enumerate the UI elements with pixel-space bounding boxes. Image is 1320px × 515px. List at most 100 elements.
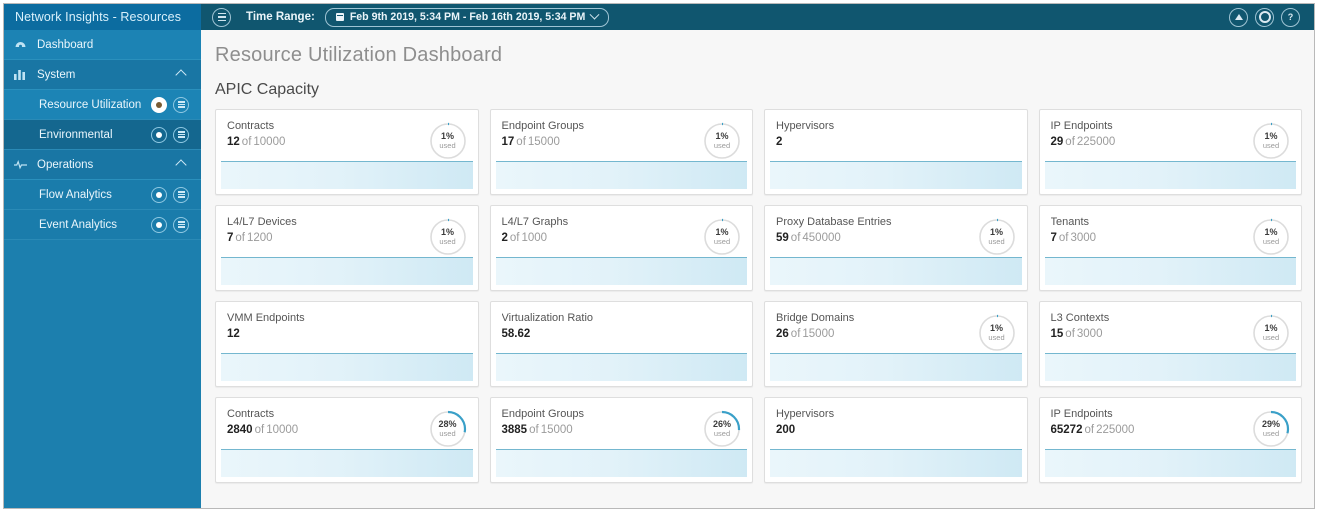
usage-gauge: 28% used: [428, 409, 468, 449]
sidebar-item-flow-analytics[interactable]: Flow Analytics: [4, 180, 201, 210]
sidebar-item-dashboard[interactable]: Dashboard: [4, 30, 201, 60]
list-icon[interactable]: [173, 96, 189, 113]
card-of-word: of: [790, 232, 801, 244]
card-sparkline: [770, 257, 1022, 285]
gauge-text: 1% used: [1251, 313, 1291, 353]
card-of-word: of: [235, 232, 245, 244]
usage-gauge: 1% used: [428, 217, 468, 257]
gauge-used-label: used: [713, 428, 731, 438]
card-sparkline: [495, 257, 747, 285]
capacity-card[interactable]: L4/L7 Devices 7 of 1200 1% used: [215, 205, 479, 291]
time-range-selector[interactable]: Feb 9th 2019, 5:34 PM - Feb 16th 2019, 5…: [324, 7, 610, 27]
gauge-used-label: used: [713, 236, 731, 246]
capacity-card[interactable]: VMM Endpoints 12: [215, 301, 479, 387]
card-sparkline: [1044, 161, 1296, 189]
capacity-card[interactable]: IP Endpoints 65272 of 225000 29% used: [1038, 397, 1302, 483]
usage-gauge: 1% used: [977, 217, 1017, 257]
sidebar-item-environmental[interactable]: Environmental: [4, 120, 201, 150]
page-title: Resource Utilization Dashboard: [215, 44, 503, 66]
record-dot-icon[interactable]: [151, 126, 167, 143]
capacity-card[interactable]: Hypervisors 200: [764, 397, 1028, 483]
list-icon[interactable]: [173, 216, 189, 233]
capacity-card[interactable]: Virtualization Ratio 58.62: [489, 301, 753, 387]
time-range-value: Feb 9th 2019, 5:34 PM - Feb 16th 2019, 5…: [349, 11, 586, 23]
gauge-used-label: used: [1262, 332, 1280, 342]
up-arrow-icon[interactable]: [1229, 7, 1248, 27]
gauge-text: 1% used: [428, 121, 468, 161]
card-of-word: of: [241, 136, 252, 148]
card-max: 450000: [802, 232, 841, 244]
card-values: 12: [227, 328, 467, 340]
capacity-card[interactable]: Endpoint Groups 3885 of 15000 26% used: [489, 397, 753, 483]
sidebar-group-label: System: [37, 68, 76, 81]
help-icon[interactable]: ?: [1281, 7, 1300, 27]
chevron-up-icon[interactable]: [175, 158, 187, 171]
gauge-text: 1% used: [702, 121, 742, 161]
sidebar-item-label: Dashboard: [37, 38, 94, 51]
capacity-card[interactable]: Tenants 7 of 3000 1% used: [1038, 205, 1302, 291]
chevron-up-icon[interactable]: [175, 68, 187, 81]
card-sparkline: [1044, 257, 1296, 285]
usage-gauge: 29% used: [1251, 409, 1291, 449]
sidebar-item-actions: [151, 216, 189, 233]
sidebar-item-resource-utilization[interactable]: Resource Utilization: [4, 90, 201, 120]
application-window: Network Insights - Resources Time Range:…: [3, 3, 1315, 509]
usage-gauge: 1% used: [702, 217, 742, 257]
card-max: 3000: [1076, 328, 1103, 340]
list-icon[interactable]: [173, 126, 189, 143]
sidebar-group-operations[interactable]: Operations: [4, 150, 201, 180]
card-of-word: of: [529, 424, 539, 436]
gauge-used-label: used: [713, 140, 731, 150]
capacity-card[interactable]: Endpoint Groups 17 of 15000 1% used: [489, 109, 753, 195]
gauge-text: 29% used: [1251, 409, 1291, 449]
capacity-card[interactable]: Contracts 12 of 10000 1% used: [215, 109, 479, 195]
card-max: 10000: [253, 136, 286, 148]
hamburger-icon[interactable]: [212, 7, 231, 27]
card-sparkline: [221, 353, 473, 381]
list-icon[interactable]: [173, 186, 189, 203]
bar-chart-icon: [14, 68, 27, 81]
card-title: Hypervisors: [776, 408, 835, 420]
sidebar-item-label: Resource Utilization: [39, 98, 142, 111]
card-body: Hypervisors 200: [765, 398, 1027, 436]
dashboard-icon: [14, 38, 27, 51]
capacity-card[interactable]: Hypervisors 2: [764, 109, 1028, 195]
card-of-word: of: [1084, 424, 1095, 436]
card-body: Hypervisors 2: [765, 110, 1027, 148]
card-value: 59: [776, 232, 789, 244]
gear-icon[interactable]: [1255, 7, 1274, 27]
pulse-icon: [14, 158, 27, 171]
card-max: 1200: [247, 232, 273, 244]
gauge-text: 1% used: [977, 313, 1017, 353]
card-max: 1000: [521, 232, 548, 244]
sidebar-group-system[interactable]: System: [4, 60, 201, 90]
gauge-text: 26% used: [702, 409, 742, 449]
gauge-text: 1% used: [977, 217, 1017, 257]
card-of-word: of: [790, 328, 801, 340]
card-value: 12: [227, 136, 240, 148]
sidebar-item-actions: [151, 96, 189, 113]
capacity-card[interactable]: Proxy Database Entries 59 of 450000 1% used: [764, 205, 1028, 291]
card-of-word: of: [509, 232, 520, 244]
card-title: Virtualization Ratio: [501, 312, 594, 324]
card-of-word: of: [1058, 232, 1069, 244]
card-value: 7: [227, 232, 234, 244]
record-dot-icon[interactable]: [151, 186, 167, 203]
capacity-card[interactable]: IP Endpoints 29 of 225000 1% used: [1038, 109, 1302, 195]
card-title: VMM Endpoints: [227, 312, 305, 324]
sidebar-item-event-analytics[interactable]: Event Analytics: [4, 210, 201, 240]
card-values: 2: [776, 136, 1016, 148]
card-max: 225000: [1096, 424, 1135, 436]
capacity-card[interactable]: L3 Contexts 15 of 3000 1% used: [1038, 301, 1302, 387]
card-values: 200: [776, 424, 1016, 436]
capacity-card[interactable]: Bridge Domains 26 of 15000 1% used: [764, 301, 1028, 387]
record-dot-icon[interactable]: [151, 216, 167, 233]
usage-gauge: 26% used: [702, 409, 742, 449]
capacity-card[interactable]: L4/L7 Graphs 2 of 1000 1% used: [489, 205, 753, 291]
capacity-card[interactable]: Contracts 2840 of 10000 28% used: [215, 397, 479, 483]
record-dot-icon[interactable]: [151, 96, 167, 113]
gauge-text: 1% used: [702, 217, 742, 257]
card-sparkline: [770, 449, 1022, 477]
gauge-used-label: used: [439, 140, 456, 150]
card-body: VMM Endpoints 12: [216, 302, 478, 340]
